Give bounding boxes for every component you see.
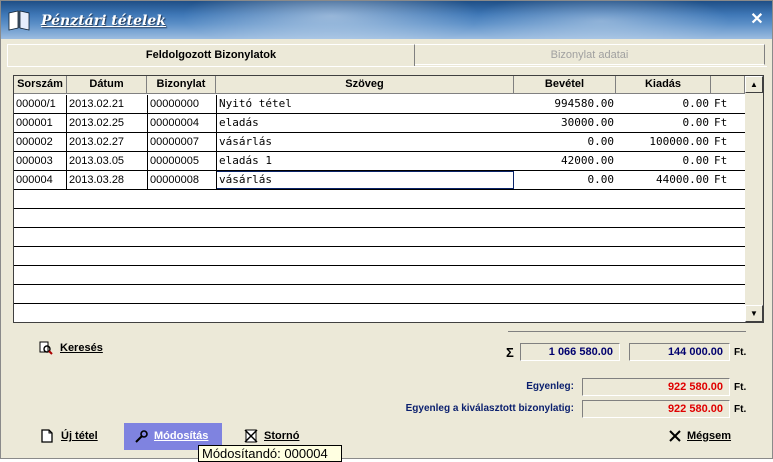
total-expense-field: 144 000.00 [629, 343, 730, 361]
totals-currency: Ft. [734, 347, 747, 358]
cell-currency: Ft [714, 135, 728, 148]
title-bar[interactable]: Pénztári tételek ✕ [1, 1, 772, 39]
empty-row [14, 247, 745, 266]
column-separator [216, 95, 217, 190]
new-item-label: Új tétel [61, 430, 98, 442]
cell-bizonylat: 00000004 [150, 117, 199, 129]
table-row[interactable]: 000003 2013.03.05 00000005 eladás 1 4200… [14, 152, 745, 171]
balance-field: 922 580.00 [582, 378, 730, 396]
tab-divider [7, 66, 767, 67]
cell-sorszam: 000004 [16, 174, 53, 186]
column-separator [147, 95, 148, 190]
balance-label: Egyenleg: [526, 381, 574, 392]
wrench-icon [135, 430, 148, 443]
cell-bizonylat: 00000007 [150, 136, 199, 148]
tab-processed-documents[interactable]: Feldolgozott Bizonylatok [7, 44, 415, 66]
cell-bizonylat: 00000005 [150, 155, 199, 167]
cell-currency: Ft [714, 173, 728, 186]
storno-icon [244, 429, 258, 443]
cancel-label: Mégsem [687, 430, 732, 442]
cell-kiadas: 0.00 [682, 116, 710, 129]
header-szoveg[interactable]: Szöveg [216, 76, 514, 94]
cell-sorszam: 000002 [16, 136, 53, 148]
cell-currency: Ft [714, 97, 728, 110]
cell-kiadas: 0.00 [682, 154, 710, 167]
window-title: Pénztári tételek [41, 13, 166, 29]
empty-row [14, 228, 745, 247]
header-bevetel[interactable]: Bevétel [514, 76, 616, 94]
cell-kiadas: 44000.00 [656, 173, 709, 186]
divider [508, 331, 746, 332]
balance-selected-label: Egyenleg a kiválasztott bizonylatig: [405, 403, 574, 414]
cancel-button[interactable]: Mégsem [669, 424, 744, 448]
cell-bevetel: 42000.00 [561, 154, 614, 167]
vertical-scrollbar[interactable]: ▲ ▼ [745, 76, 763, 322]
cell-bizonylat: 00000008 [150, 174, 199, 186]
cell-kiadas: 100000.00 [649, 135, 709, 148]
cell-sorszam: 00000/1 [16, 98, 56, 110]
cell-sorszam: 000003 [16, 155, 53, 167]
cell-sorszam: 000001 [16, 117, 53, 129]
new-document-icon [41, 429, 53, 443]
cell-bevetel: 994580.00 [554, 97, 614, 110]
empty-row [14, 209, 745, 228]
cell-szoveg-editor[interactable]: vásárlás [216, 171, 514, 189]
total-income-field: 1 066 580.00 [520, 343, 620, 361]
balance-selected-field: 922 580.00 [582, 400, 730, 418]
cell-datum: 2013.03.28 [69, 174, 125, 186]
sigma-icon: Σ [506, 345, 514, 360]
cell-datum: 2013.02.27 [69, 136, 125, 148]
scroll-up-button[interactable]: ▲ [745, 76, 763, 93]
cell-szoveg: vásárlás [219, 135, 272, 148]
empty-row [14, 266, 745, 285]
close-icon[interactable]: ✕ [750, 12, 764, 28]
cell-szoveg: vásárlás [219, 173, 272, 186]
table-row-selected[interactable]: 000004 2013.03.28 00000008 vásárlás 0.00… [14, 171, 745, 190]
cell-bizonylat: 00000000 [150, 98, 199, 110]
tab-document-details[interactable]: Bizonylat adatai [415, 44, 765, 65]
cell-bevetel: 0.00 [587, 173, 615, 186]
cell-datum: 2013.02.21 [69, 98, 125, 110]
table-row[interactable]: 000001 2013.02.25 00000004 eladás 30000.… [14, 114, 745, 133]
cell-szoveg: eladás 1 [219, 154, 272, 167]
tooltip: Módosítandó: 000004 [198, 445, 342, 462]
cell-szoveg: Nyitó tétel [219, 97, 292, 110]
header-sorszam[interactable]: Sorszám [14, 76, 67, 94]
cell-datum: 2013.02.25 [69, 117, 125, 129]
balance-selected-currency: Ft. [734, 404, 747, 415]
search-icon [39, 341, 53, 355]
balance-currency: Ft. [734, 382, 747, 393]
new-item-button[interactable]: Új tétel [41, 424, 116, 448]
cell-kiadas: 0.00 [682, 97, 710, 110]
cell-bevetel: 30000.00 [561, 116, 614, 129]
window: Pénztári tételek ✕ Feldolgozott Bizonyla… [0, 0, 773, 462]
close-icon [669, 430, 681, 442]
search-label: Keresés [60, 342, 103, 354]
search-button[interactable]: Keresés [39, 336, 119, 360]
header-datum[interactable]: Dátum [67, 76, 147, 94]
documents-grid[interactable]: Sorszám Dátum Bizonylat Szöveg Bevétel K… [13, 75, 764, 323]
header-bizonylat[interactable]: Bizonylat [147, 76, 216, 94]
cell-currency: Ft [714, 116, 728, 129]
empty-row [14, 304, 745, 322]
cell-szoveg: eladás [219, 116, 259, 129]
header-currency [711, 76, 745, 94]
table-row[interactable]: 00000/1 2013.02.21 00000000 Nyitó tétel … [14, 95, 745, 114]
scroll-down-button[interactable]: ▼ [745, 305, 763, 322]
cell-currency: Ft [714, 154, 728, 167]
empty-row [14, 285, 745, 304]
empty-row [14, 190, 745, 209]
header-kiadas[interactable]: Kiadás [616, 76, 711, 94]
cell-bevetel: 0.00 [587, 135, 615, 148]
column-separator [66, 95, 67, 190]
cell-datum: 2013.03.05 [69, 155, 125, 167]
book-icon [8, 10, 30, 31]
table-row[interactable]: 000002 2013.02.27 00000007 vásárlás 0.00… [14, 133, 745, 152]
